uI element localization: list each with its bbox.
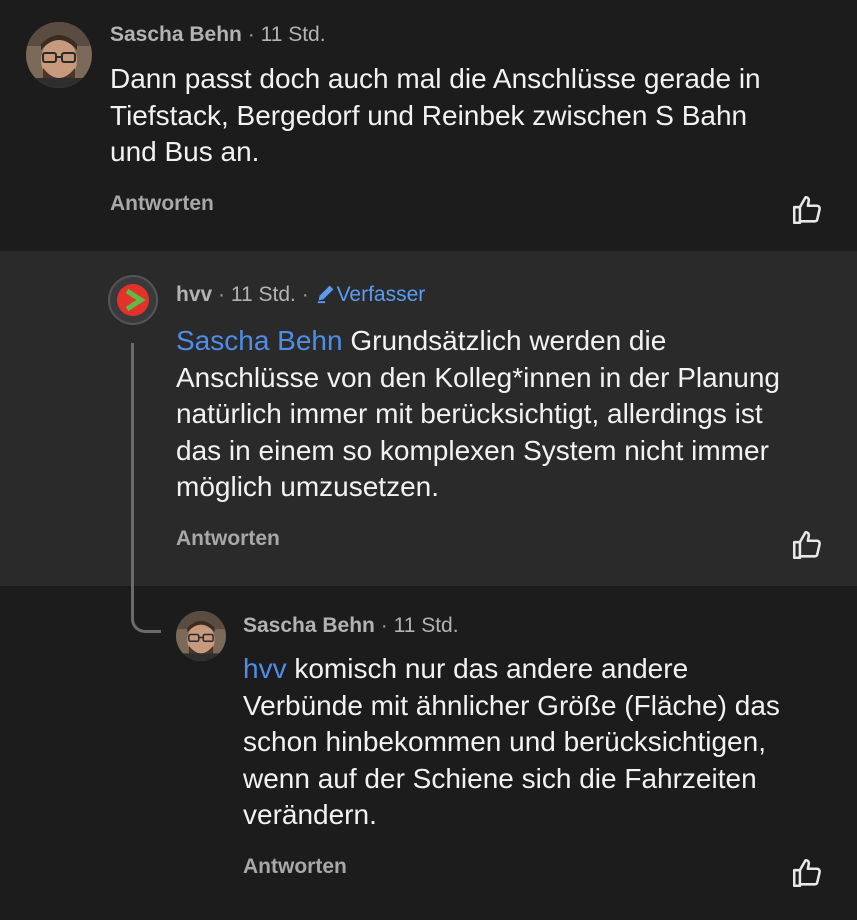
comment-meta: Sascha Behn · 11 Std.: [243, 614, 459, 638]
comment-body: hvv komisch nur das andere andere Verbün…: [243, 651, 780, 834]
thread-connector-line: [131, 343, 161, 633]
thumbs-up-icon[interactable]: [790, 856, 824, 890]
reply-button[interactable]: Antworten: [110, 192, 214, 216]
hvv-logo-avatar[interactable]: [108, 275, 158, 325]
avatar-sascha[interactable]: [26, 22, 92, 88]
mention-link[interactable]: hvv: [243, 653, 287, 684]
comment-line: schon hinbekommen und berücksichtigen,: [243, 726, 766, 757]
pencil-icon: [315, 282, 337, 310]
comment-line: Dann passt doch auch mal die Anschlüsse …: [110, 63, 761, 94]
comment-line: Tiefstack, Bergedorf und Reinbek zwische…: [110, 99, 748, 131]
comment-body: Sascha Behn Grundsätzlich werden die Ans…: [176, 323, 780, 506]
author-badge: Verfasser: [336, 283, 426, 306]
comment-line: das in einem so komplexen System nicht i…: [176, 434, 769, 466]
comment-line: komisch nur das andere andere: [286, 653, 689, 684]
comment-line: Grundsätzlich werden die: [342, 325, 667, 356]
author-name[interactable]: hvv: [176, 283, 212, 306]
timestamp: 11 Std.: [393, 614, 459, 637]
comment-sascha-2: Sascha Behn · 11 Std. hvv komisch nur da…: [0, 586, 857, 920]
reply-button[interactable]: Antworten: [243, 855, 347, 879]
thumbs-up-icon[interactable]: [790, 193, 824, 227]
separator-dot: ·: [380, 614, 388, 637]
comment-hvv-reply: hvv · 11 Std. · Verfasser Sascha Behn Gr…: [0, 251, 857, 586]
comment-meta: Sascha Behn · 11 Std.: [110, 23, 326, 47]
timestamp: 11 Std.: [260, 23, 326, 46]
author-name[interactable]: Sascha Behn: [110, 23, 242, 46]
comment-line: möglich umzusetzen.: [176, 471, 440, 502]
comment-sascha-1: Sascha Behn · 11 Std. Dann passt doch au…: [0, 0, 857, 251]
timestamp: 11 Std.: [230, 283, 296, 306]
comment-line: wenn auf der Schiene sich die Fahrzeiten: [243, 762, 757, 794]
comment-line: und Bus an.: [110, 136, 260, 167]
comment-line: Verbünde mit ähnlicher Größe (Fläche) da…: [243, 689, 780, 721]
comment-line: natürlich immer mit berücksichtigt, alle…: [176, 398, 763, 429]
comment-body: Dann passt doch auch mal die Anschlüsse …: [110, 61, 761, 171]
separator-dot: ·: [218, 283, 226, 306]
separator-dot: ·: [247, 23, 255, 46]
comment-meta: hvv · 11 Std. · Verfasser: [176, 282, 425, 310]
thumbs-up-icon[interactable]: [790, 528, 824, 562]
author-name[interactable]: Sascha Behn: [243, 614, 375, 637]
reply-button[interactable]: Antworten: [176, 527, 280, 551]
separator-dot: ·: [301, 283, 309, 306]
mention-link[interactable]: Sascha Behn: [176, 325, 343, 356]
comment-line: Anschlüsse von den Kolleg*innen in der P…: [176, 361, 780, 393]
comment-thread: Sascha Behn · 11 Std. Dann passt doch au…: [0, 0, 857, 920]
avatar-sascha[interactable]: [176, 611, 226, 661]
comment-line: verändern.: [243, 799, 377, 830]
